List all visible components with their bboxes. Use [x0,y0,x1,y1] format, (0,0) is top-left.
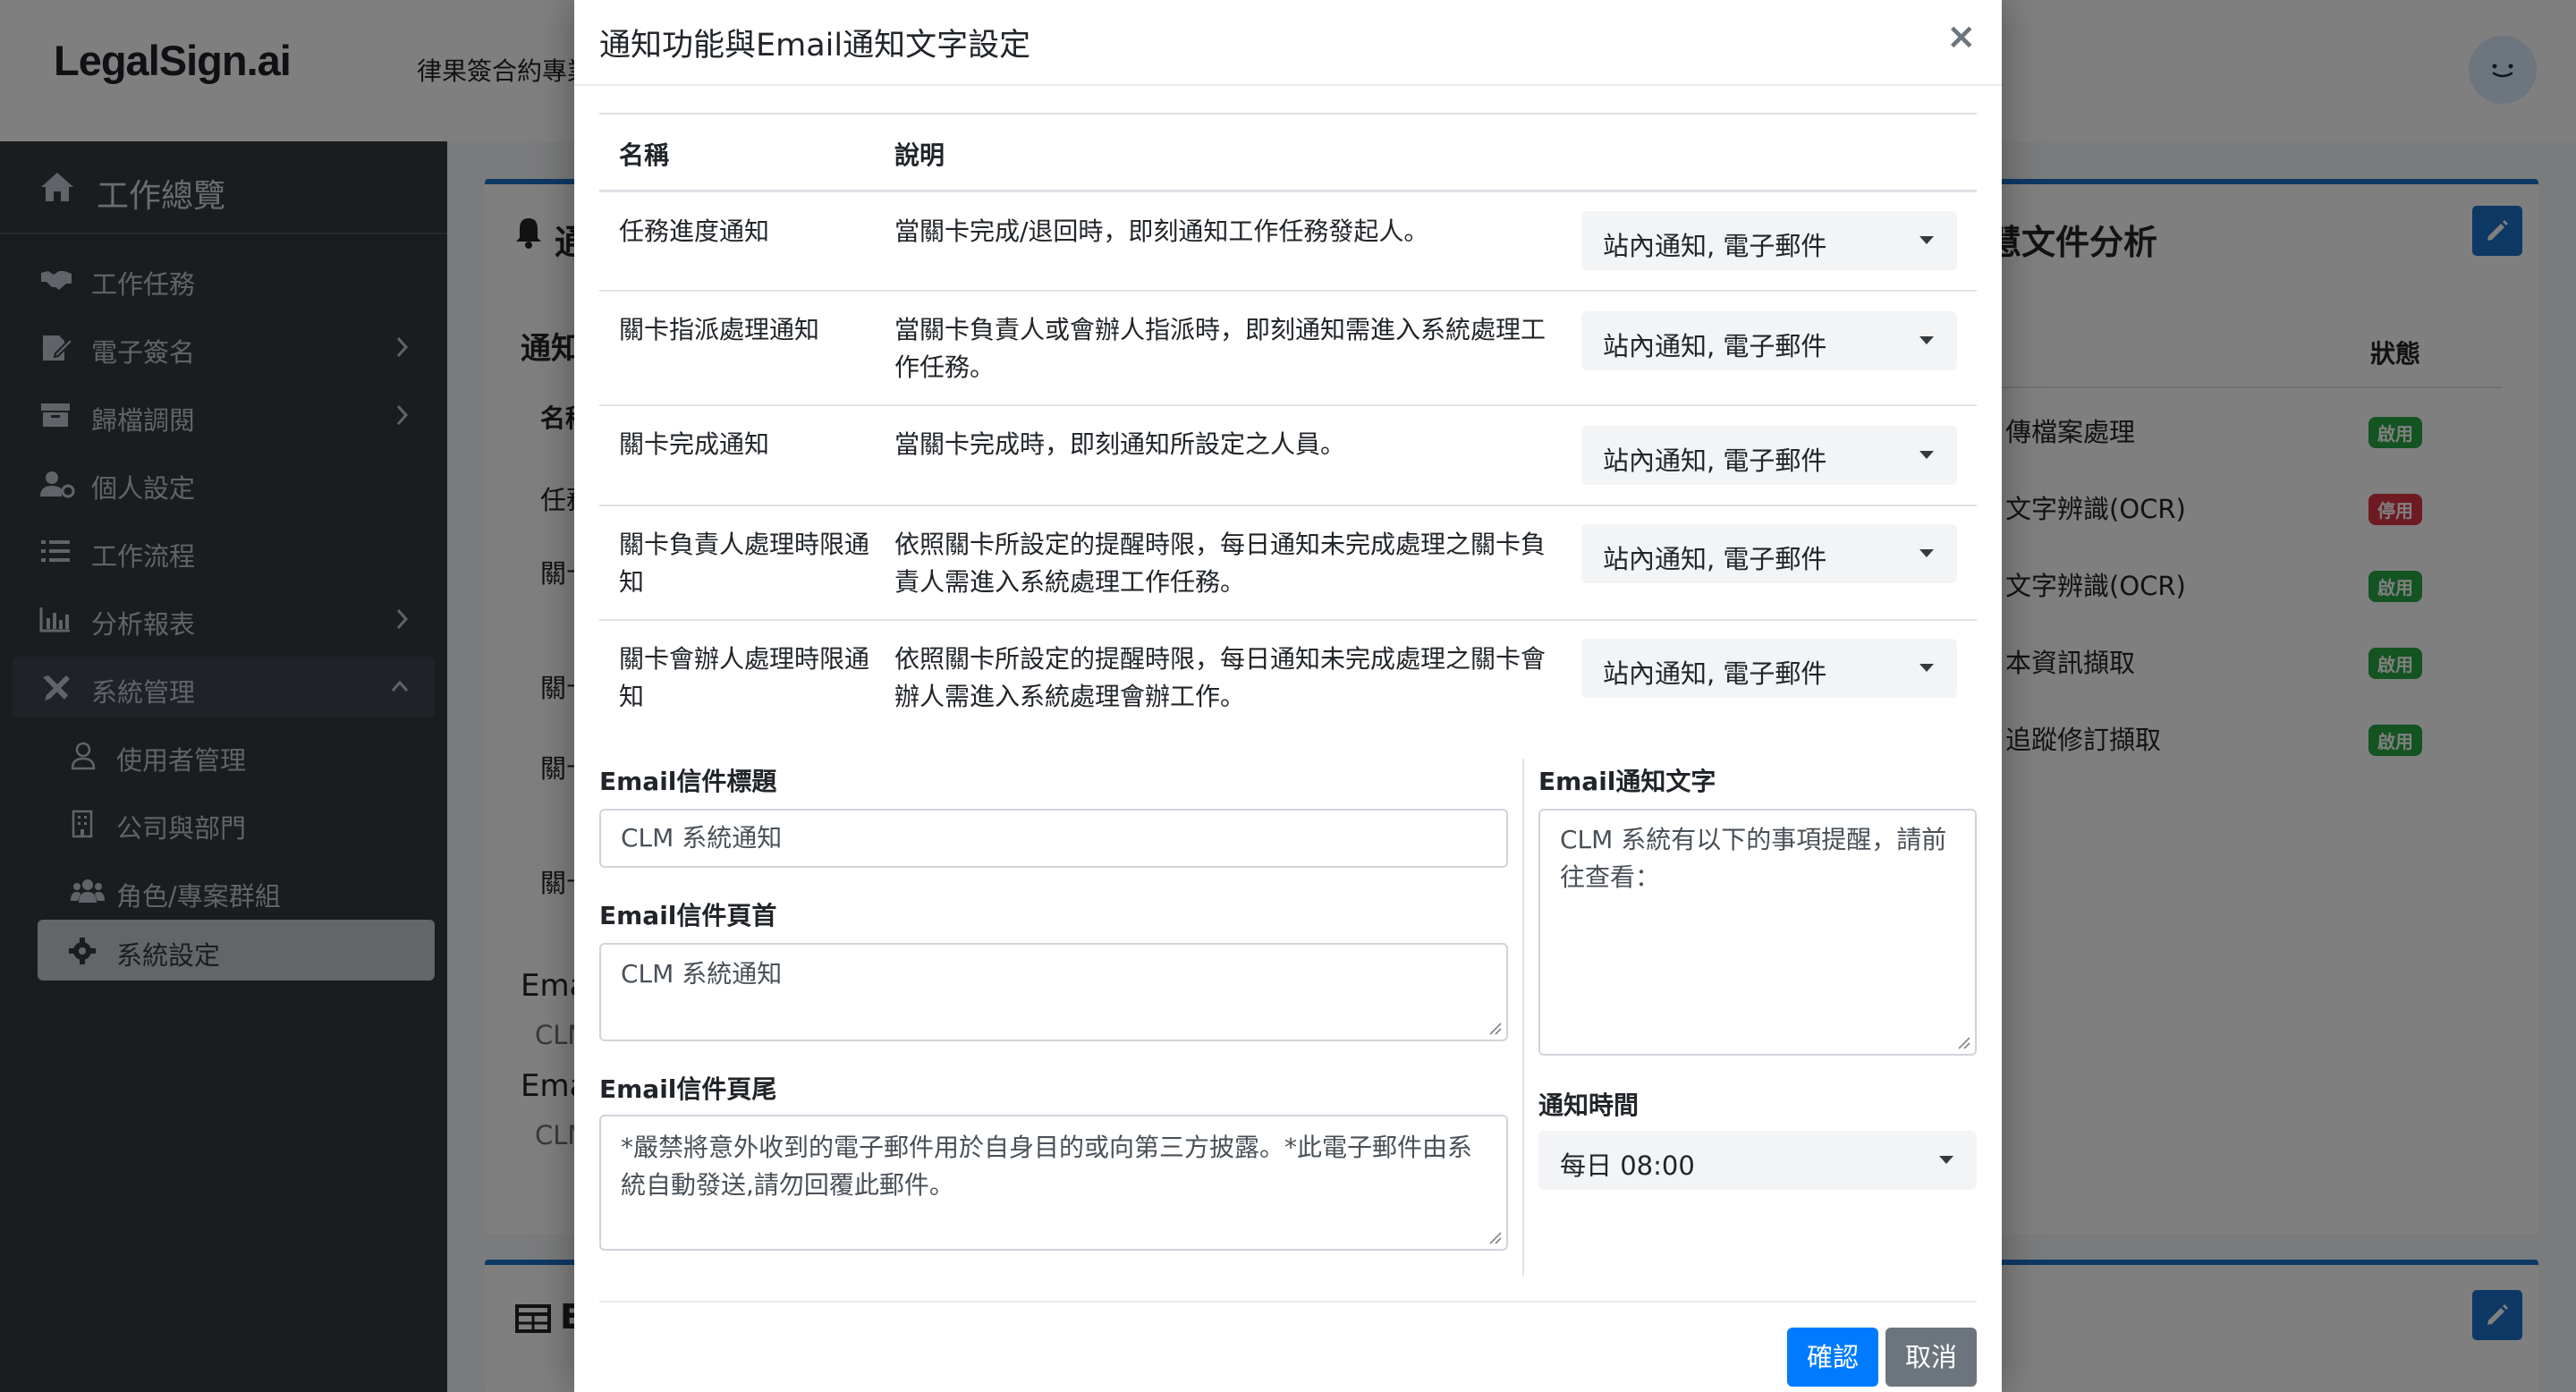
notification-name: 關卡會辦人處理時限通知 [619,644,870,711]
notification-description: 依照關卡所設定的提醒時限，每日通知未完成處理之關卡負責人需進入系統處理工作任務。 [894,530,1546,597]
notification-channel-select[interactable]: 站內通知, 電子郵件 [1581,311,1957,370]
email-header-label: Email信件頁首 [599,901,777,930]
email-header-textarea[interactable]: CLM 系統通知 [599,943,1508,1041]
caret-down-icon [1919,336,1934,344]
notification-name: 關卡負責人處理時限通知 [619,530,870,597]
notification-name: 關卡完成通知 [619,429,770,459]
close-button[interactable]: × [1946,16,1977,57]
resize-handle-icon[interactable] [1957,1036,1971,1050]
notification-description: 當關卡完成時，即刻通知所設定之人員。 [894,429,1346,459]
caret-down-icon [1919,451,1934,459]
modal-title: 通知功能與Email通知文字設定 [599,28,1031,64]
notification-name: 關卡指派處理通知 [619,315,820,344]
email-subject-input[interactable]: CLM 系統通知 [599,809,1508,868]
notify-time-label: 通知時間 [1538,1091,1640,1120]
notification-description: 當關卡完成/退回時，即刻通知工作任務發起人。 [894,216,1429,246]
caret-down-icon [1919,549,1934,557]
email-subject-label: Email信件標題 [599,767,777,796]
resize-handle-icon[interactable] [1488,1022,1503,1036]
caret-down-icon [1919,664,1934,672]
confirm-button[interactable]: 確認 [1787,1328,1878,1387]
column-header-name: 名稱 [619,140,670,170]
notification-channel-select[interactable]: 站內通知, 電子郵件 [1581,211,1957,270]
notification-channel-select[interactable]: 站內通知, 電子郵件 [1581,639,1957,698]
notification-channel-select[interactable]: 站內通知, 電子郵件 [1581,426,1957,485]
column-header-description: 說明 [894,140,945,170]
email-footer-textarea[interactable]: *嚴禁將意外收到的電子郵件用於自身目的或向第三方披露。*此電子郵件由系統自動發送… [599,1115,1508,1251]
caret-down-icon [1919,236,1934,244]
resize-handle-icon[interactable] [1488,1231,1503,1245]
email-text-label: Email通知文字 [1538,767,1716,796]
caret-down-icon [1939,1156,1953,1164]
notify-time-select[interactable]: 每日 08:00 [1538,1131,1977,1190]
notification-settings-modal: 通知功能與Email通知文字設定 × 名稱 說明 任務進度通知 當關卡完成/退回… [574,0,2002,1392]
notification-channel-select[interactable]: 站內通知, 電子郵件 [1581,524,1957,583]
email-text-textarea[interactable]: CLM 系統有以下的事項提醒，請前往查看： [1538,809,1977,1056]
notification-name: 任務進度通知 [619,216,770,246]
email-footer-label: Email信件頁尾 [599,1074,777,1104]
notification-description: 當關卡負責人或會辦人指派時，即刻通知需進入系統處理工作任務。 [894,315,1546,382]
notification-description: 依照關卡所設定的提醒時限，每日通知未完成處理之關卡會辦人需進入系統處理會辦工作。 [894,644,1546,711]
cancel-button[interactable]: 取消 [1885,1328,1977,1387]
